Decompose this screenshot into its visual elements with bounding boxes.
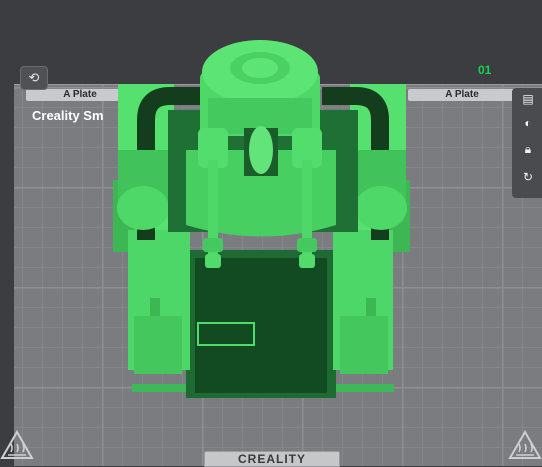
3d-model-tank[interactable] — [0, 0, 542, 465]
plate-project-title: Creality Sm — [32, 108, 104, 123]
3d-viewport[interactable]: A Plate A Plate 01 ⟲ ▤ ◐ 🔒︎ ↻ CREALITY C… — [0, 0, 542, 467]
